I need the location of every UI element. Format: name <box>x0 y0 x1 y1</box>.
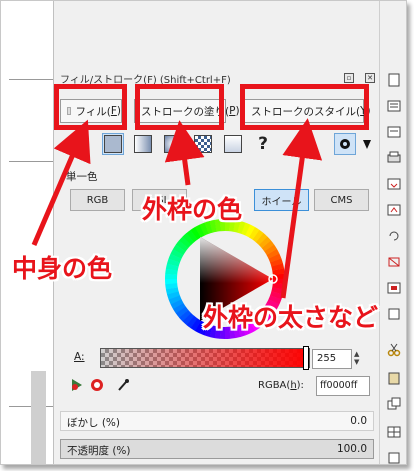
annotation-stroke-color: 外枠の色 <box>142 195 243 224</box>
arrow-to-fill-tab <box>31 119 91 246</box>
arrow-to-stroke-style-tab <box>280 118 323 299</box>
annotation-stroke-style: 外枠の太さなど <box>203 303 379 332</box>
arrow-to-stroke-paint-tab <box>164 120 205 186</box>
annotation-fill-color: 中身の色 <box>12 254 113 283</box>
annotation-arrows <box>31 118 323 299</box>
